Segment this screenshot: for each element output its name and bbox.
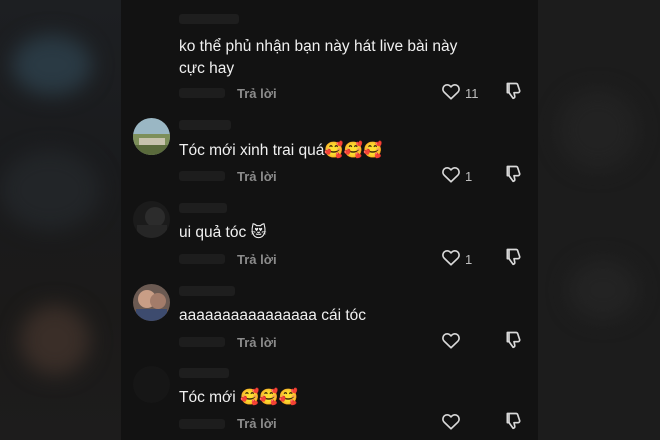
comment-date-blurred	[179, 337, 225, 347]
dislike-button[interactable]	[502, 164, 526, 188]
avatar[interactable]	[133, 284, 170, 321]
like-button[interactable]	[441, 411, 481, 435]
reply-button[interactable]: Trả lời	[237, 416, 277, 431]
like-count: 11	[465, 85, 479, 101]
comment-date-blurred	[179, 254, 225, 264]
dislike-button[interactable]	[502, 411, 526, 435]
like-button[interactable]: 1	[441, 247, 481, 271]
heart-outline-icon	[441, 412, 461, 435]
reply-button[interactable]: Trả lời	[237, 335, 277, 350]
heart-outline-icon	[441, 331, 461, 354]
thumbs-down-outline-icon	[504, 247, 524, 272]
heart-outline-icon	[441, 165, 461, 188]
comment-date-blurred	[179, 88, 225, 98]
like-button[interactable]: 11	[441, 81, 481, 105]
comment-date-blurred	[179, 171, 225, 181]
background-video-left	[0, 0, 121, 440]
username-blurred	[179, 286, 235, 296]
thumbs-down-outline-icon	[504, 81, 524, 106]
like-count: 1	[465, 168, 473, 184]
reply-button[interactable]: Trả lời	[237, 86, 277, 101]
like-button[interactable]: 1	[441, 164, 481, 188]
avatar[interactable]	[133, 201, 170, 238]
comment-date-blurred	[179, 419, 225, 429]
comment-text: ko thể phủ nhận bạn này hát live bài này…	[179, 38, 458, 77]
comment-text: ui quả tóc 😻	[179, 224, 267, 241]
heart-outline-icon	[441, 248, 461, 271]
dislike-button[interactable]	[502, 247, 526, 271]
thumbs-down-outline-icon	[504, 411, 524, 436]
dislike-button[interactable]	[502, 330, 526, 354]
like-count: 1	[465, 251, 473, 267]
comment-text: aaaaaaaaaaaaaaaa cái tóc	[179, 307, 367, 324]
like-button[interactable]	[441, 330, 481, 354]
username-blurred	[179, 203, 227, 213]
heart-outline-icon	[441, 82, 461, 105]
dislike-button[interactable]	[502, 81, 526, 105]
avatar[interactable]	[133, 366, 170, 403]
username-blurred	[179, 120, 231, 130]
comments-panel[interactable]: ko thể phủ nhận bạn này hát live bài này…	[121, 0, 538, 440]
thumbs-down-outline-icon	[504, 164, 524, 189]
username-blurred	[179, 14, 239, 24]
comment-text: Tóc mới 🥰🥰🥰	[179, 389, 298, 406]
reply-button[interactable]: Trả lời	[237, 252, 277, 267]
avatar[interactable]	[133, 118, 170, 155]
username-blurred	[179, 368, 229, 378]
comment-text: Tóc mới xinh trai quá🥰🥰🥰	[179, 142, 383, 159]
reply-button[interactable]: Trả lời	[237, 169, 277, 184]
background-video-right	[538, 0, 660, 440]
thumbs-down-outline-icon	[504, 330, 524, 355]
